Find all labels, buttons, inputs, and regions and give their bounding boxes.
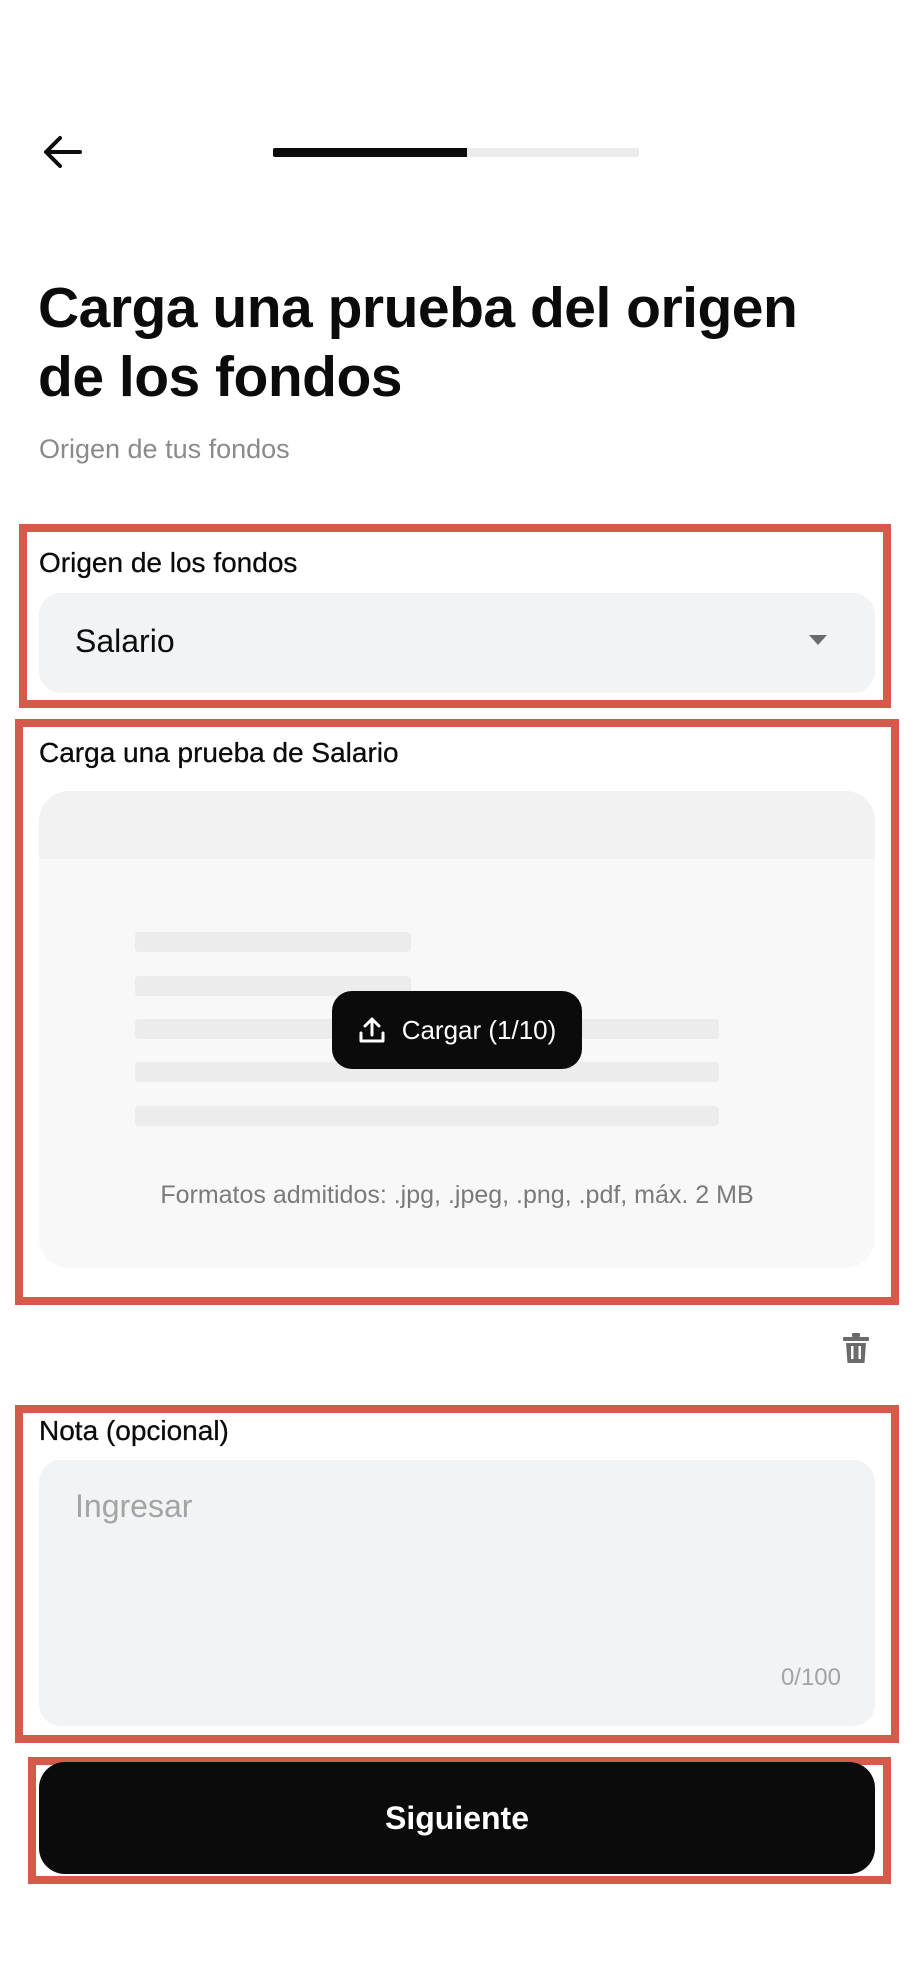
note-textarea[interactable]	[39, 1460, 875, 1726]
funds-origin-selected-value: Salario	[75, 623, 175, 659]
document-preview-header	[39, 791, 875, 859]
funds-origin-select[interactable]: Salario	[39, 593, 875, 693]
next-button[interactable]: Siguiente	[39, 1762, 875, 1874]
note-character-counter: 0/100	[780, 1664, 841, 1691]
upload-dropzone[interactable]: Cargar (1/10) Formatos admitidos: .jpg, …	[39, 791, 875, 1268]
document-placeholder-line	[135, 1106, 719, 1126]
page-title: Carga una prueba del origen de los fondo…	[38, 276, 798, 409]
arrow-left-icon	[44, 136, 82, 168]
supported-formats-note: Formatos admitidos: .jpg, .jpeg, .png, .…	[160, 1181, 754, 1209]
upload-icon	[359, 1017, 385, 1043]
document-placeholder-line	[135, 932, 411, 952]
next-button-label: Siguiente	[384, 1799, 529, 1836]
note-label: Nota (opcional)	[39, 1415, 229, 1446]
upload-button-label: Cargar (1/10)	[401, 1014, 557, 1045]
back-button[interactable]	[30, 124, 94, 180]
delete-upload-button[interactable]	[836, 1328, 876, 1368]
upload-label: Carga una prueba de Salario	[39, 737, 399, 768]
progress-bar	[273, 148, 639, 157]
funds-origin-label: Origen de los fondos	[39, 547, 298, 578]
trash-icon	[843, 1333, 869, 1363]
progress-bar-fill	[273, 148, 467, 157]
upload-button[interactable]: Cargar (1/10)	[332, 991, 582, 1069]
note-field: 0/100	[39, 1460, 875, 1726]
caret-down-icon	[809, 635, 827, 645]
page-subtitle: Origen de tus fondos	[39, 434, 290, 464]
